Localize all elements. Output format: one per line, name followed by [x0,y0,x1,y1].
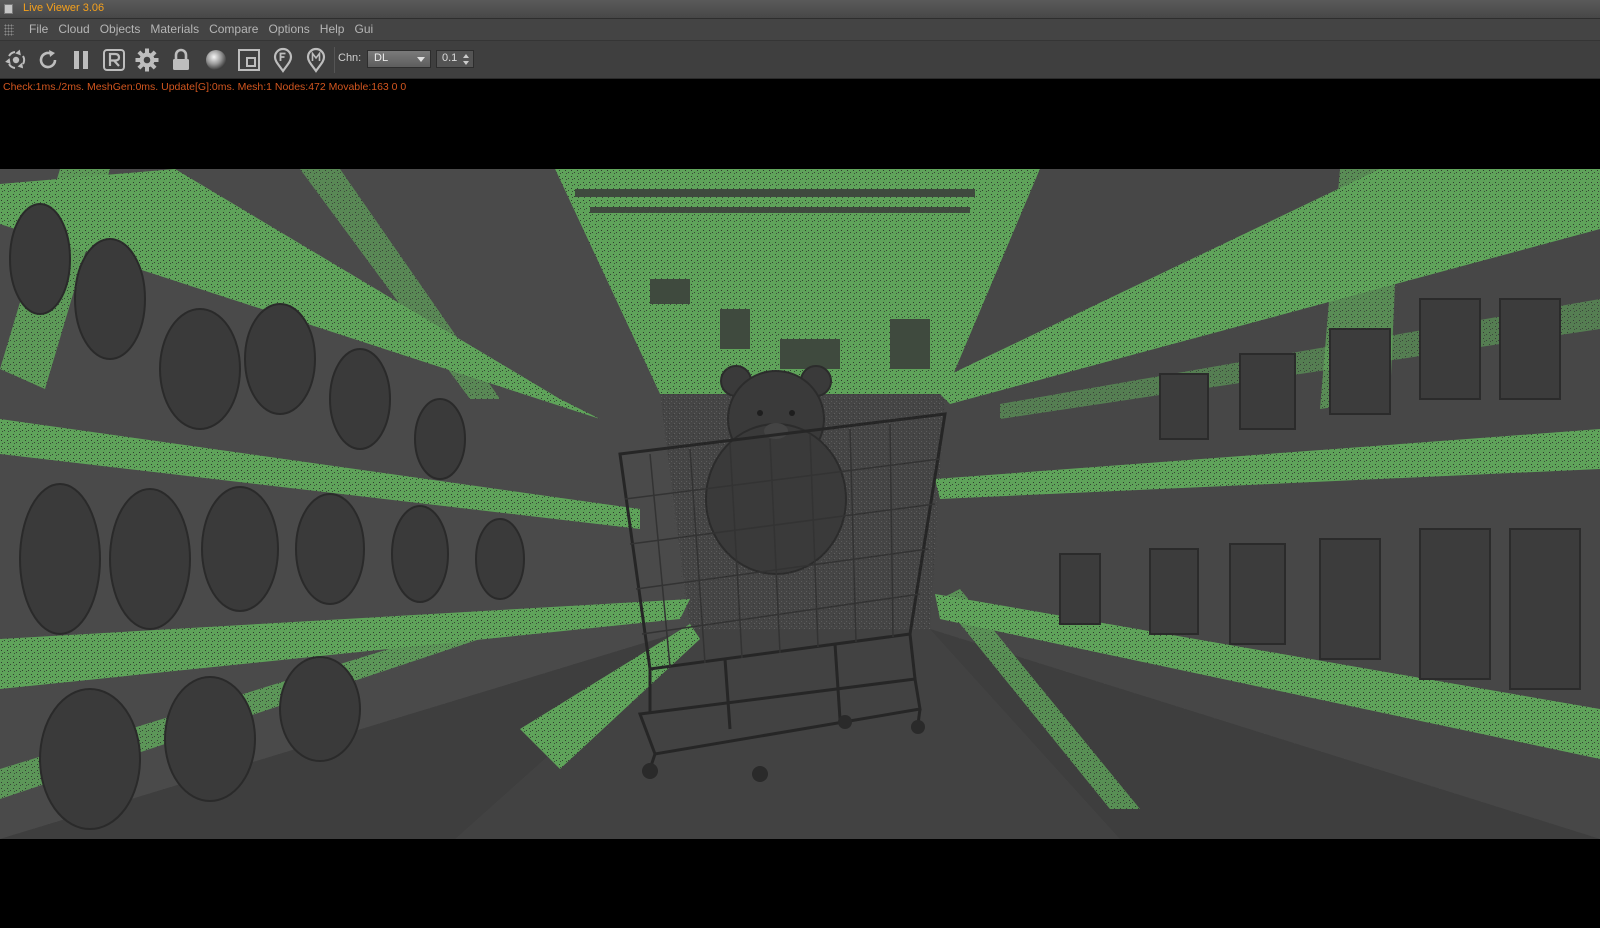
3d-viewport[interactable] [0,169,1600,839]
menu-compare[interactable]: Compare [204,19,263,41]
channel-select[interactable]: DL [367,50,431,68]
window-title: Live Viewer 3.06 [23,2,105,14]
settings-gear-icon[interactable] [132,45,162,75]
recenter-icon[interactable] [1,45,31,75]
step-spinbox[interactable]: 0.1 [436,50,474,68]
toolbar-separator [334,47,335,73]
menu-bar: File Cloud Objects Materials Compare Opt… [0,19,1600,41]
channel-select-value: DL [374,52,389,64]
app-icon[interactable] [4,4,13,14]
spin-down-icon[interactable] [463,61,469,65]
chevron-down-icon [417,57,425,62]
point-cloud-render [0,169,1600,839]
marker-pin-icon[interactable] [301,45,331,75]
menu-options[interactable]: Options [263,19,314,41]
menu-cloud[interactable]: Cloud [53,19,94,41]
menu-gui[interactable]: Gui [349,19,378,41]
menu-materials[interactable]: Materials [145,19,204,41]
region-box-icon[interactable] [234,45,264,75]
pause-icon[interactable] [66,45,96,75]
title-bar: Live Viewer 3.06 [0,0,1600,19]
menu-objects[interactable]: Objects [95,19,146,41]
refresh-icon[interactable] [33,45,63,75]
live-viewer-window: Live Viewer 3.06 File Cloud Objects Mate… [0,0,1600,928]
reset-r-icon[interactable] [99,45,129,75]
material-sphere-icon[interactable] [201,45,231,75]
lock-icon[interactable] [166,45,196,75]
menu-file[interactable]: File [24,19,53,41]
channel-label: Chn: [338,52,362,64]
menu-help[interactable]: Help [315,19,350,41]
focus-pin-icon[interactable] [268,45,298,75]
step-spinbox-value: 0.1 [442,52,458,64]
spin-up-icon[interactable] [463,54,469,58]
status-line: Check:1ms./2ms. MeshGen:0ms. Update[G]:0… [3,81,407,93]
toolbar: Chn: DL 0.1 [0,41,1600,79]
menu-grip-icon [4,24,14,36]
